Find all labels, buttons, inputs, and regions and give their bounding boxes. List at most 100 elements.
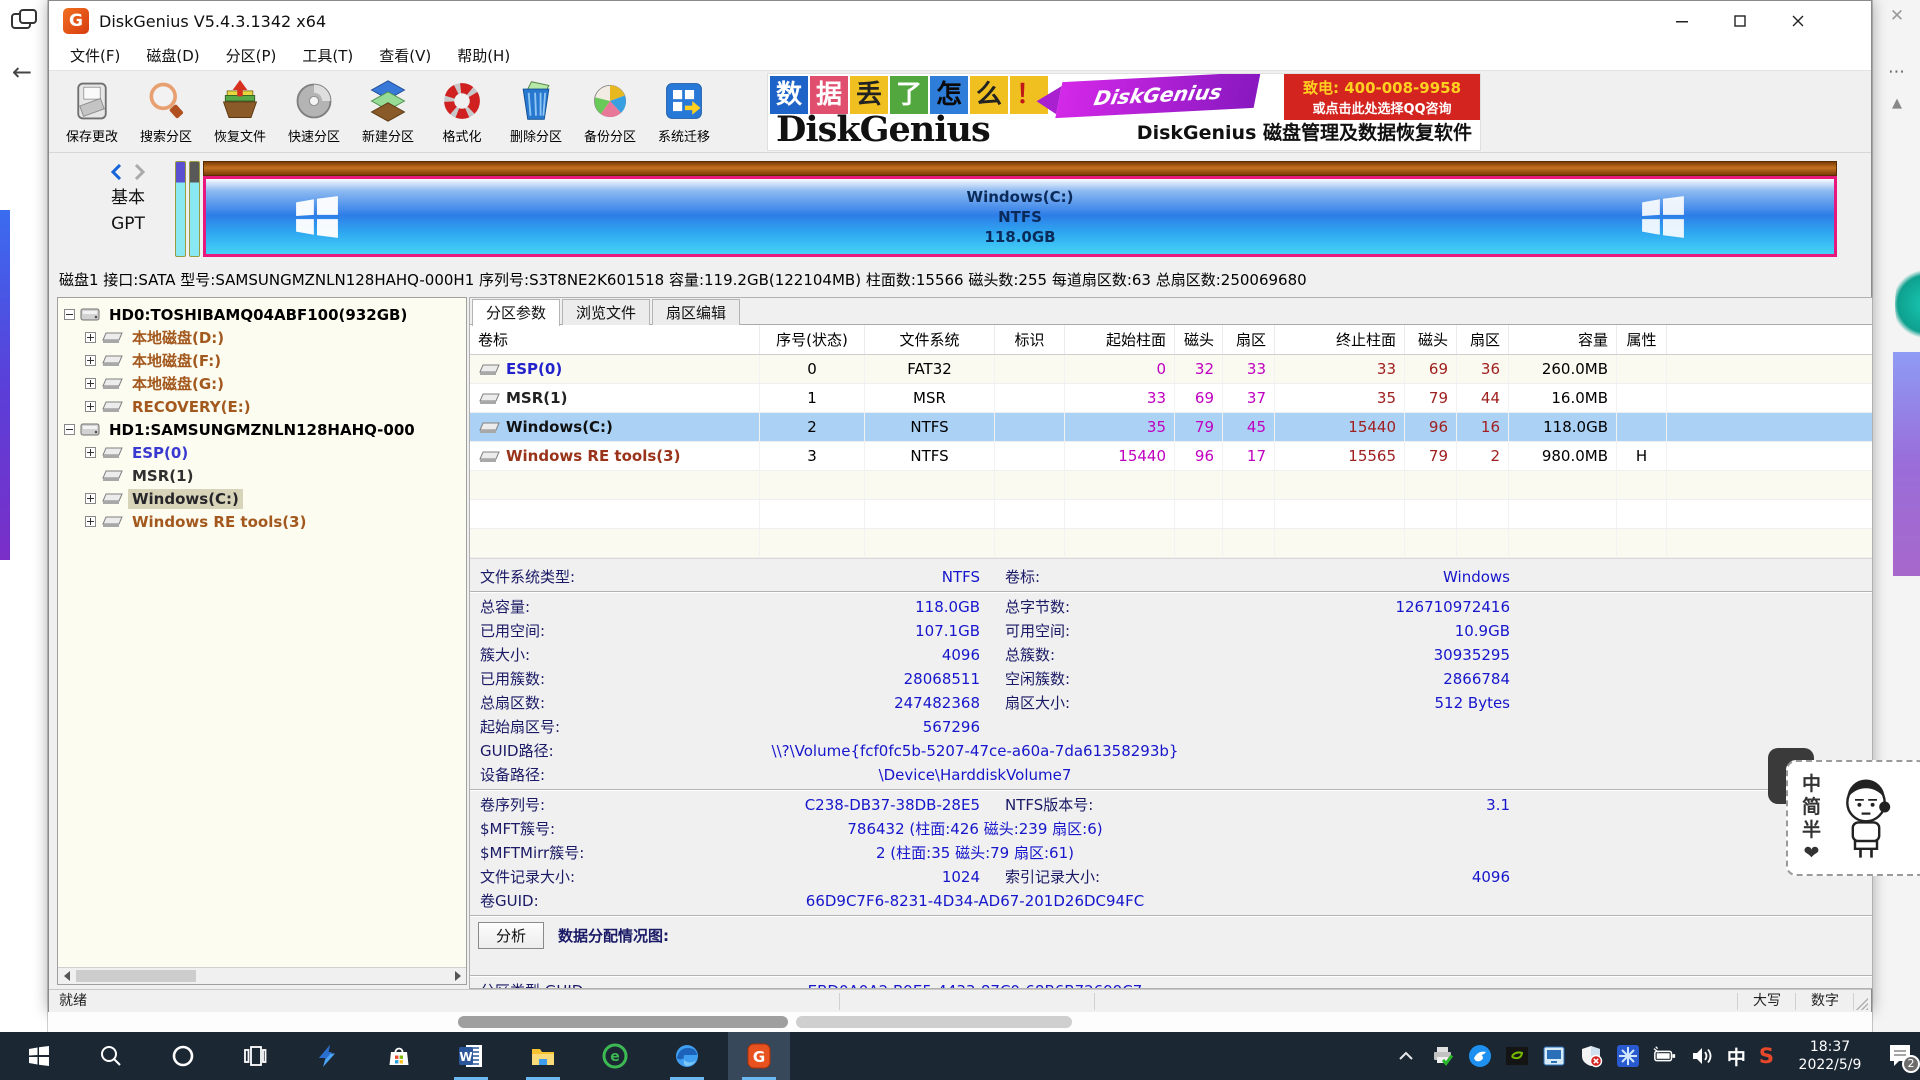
close-button[interactable] bbox=[1769, 1, 1827, 41]
next-disk-icon[interactable] bbox=[132, 164, 146, 180]
column-header-2[interactable]: 文件系统 bbox=[865, 325, 995, 354]
menu-item-1[interactable]: 磁盘(D) bbox=[133, 41, 212, 71]
column-header-6[interactable]: 扇区 bbox=[1223, 325, 1275, 354]
taskbar-cortana-button[interactable] bbox=[152, 1032, 214, 1080]
tray-bird-icon[interactable] bbox=[1468, 1044, 1492, 1068]
tree-item-8[interactable]: Windows(C:) bbox=[58, 487, 466, 510]
menu-item-2[interactable]: 分区(P) bbox=[213, 41, 290, 71]
collapse-minus-icon[interactable] bbox=[64, 424, 75, 435]
background-more-icon[interactable]: ⋯ bbox=[1873, 62, 1920, 82]
back-arrow-icon[interactable]: ← bbox=[12, 58, 32, 86]
table-row-Windows RE tools(3)[interactable]: Windows RE tools(3)3NTFS1544096171556579… bbox=[470, 442, 1872, 471]
ad-banner[interactable]: 数据丢了怎么！ DiskGenius 致电: 400-008-9958 或点击此… bbox=[767, 73, 1481, 151]
toolbar-button-new-partition[interactable]: 新建分区 bbox=[351, 73, 425, 151]
taskbar-diskgenius-button[interactable]: G bbox=[728, 1032, 790, 1080]
tree-item-1[interactable]: 本地磁盘(D:) bbox=[58, 326, 466, 349]
menu-item-0[interactable]: 文件(F) bbox=[57, 41, 133, 71]
column-header-4[interactable]: 起始柱面 bbox=[1065, 325, 1175, 354]
tray-nvidia-icon[interactable] bbox=[1505, 1044, 1529, 1068]
tray-chevron-up-icon[interactable] bbox=[1394, 1044, 1418, 1068]
ad-qq-link[interactable]: 或点击此处选择QQ咨询 bbox=[1312, 98, 1451, 117]
expand-plus-icon[interactable] bbox=[85, 332, 96, 343]
toolbar-button-quick-partition[interactable]: 快速分区 bbox=[277, 73, 351, 151]
table-row-Windows(C:)[interactable]: Windows(C:)2NTFS357945154409616118.0GB bbox=[470, 413, 1872, 442]
resize-grip[interactable] bbox=[1856, 998, 1868, 1010]
table-row-MSR(1)[interactable]: MSR(1)1MSR33693735794416.0MB bbox=[470, 384, 1872, 413]
taskbar-bolt-app-button[interactable] bbox=[296, 1032, 358, 1080]
column-header-11[interactable]: 属性 bbox=[1617, 325, 1667, 354]
tray-intel-icon[interactable] bbox=[1542, 1044, 1566, 1068]
column-header-8[interactable]: 磁头 bbox=[1405, 325, 1457, 354]
taskbar-browser-360-button[interactable]: e bbox=[584, 1032, 646, 1080]
background-close-icon[interactable]: ✕ bbox=[1873, 6, 1920, 26]
tree-item-6[interactable]: ESP(0) bbox=[58, 441, 466, 464]
collapse-minus-icon[interactable] bbox=[64, 309, 75, 320]
minimize-button[interactable] bbox=[1653, 1, 1711, 41]
tab-0[interactable]: 分区参数 bbox=[472, 299, 560, 326]
tab-1[interactable]: 浏览文件 bbox=[562, 299, 650, 325]
sogou-icon[interactable]: S bbox=[1759, 1044, 1774, 1068]
analyze-button[interactable]: 分析 bbox=[478, 922, 544, 949]
tray-defender-icon[interactable] bbox=[1579, 1044, 1603, 1068]
table-row-ESP(0)[interactable]: ESP(0)0FAT3203233336936260.0MB bbox=[470, 355, 1872, 384]
prev-disk-icon[interactable] bbox=[110, 164, 124, 180]
background-scroll-up-icon[interactable]: ▲ bbox=[1873, 96, 1920, 111]
menu-item-4[interactable]: 查看(V) bbox=[366, 41, 444, 71]
taskbar-search-button[interactable] bbox=[80, 1032, 142, 1080]
taskbar-edge-button[interactable] bbox=[656, 1032, 718, 1080]
tray-battery-icon[interactable] bbox=[1653, 1044, 1677, 1068]
windows-c-partition-block[interactable]: Windows(C:) NTFS 118.0GB bbox=[203, 176, 1837, 257]
taskbar-explorer-button[interactable] bbox=[512, 1032, 574, 1080]
tree-item-5[interactable]: HD1:SAMSUNGMZNLN128HAHQ-000 bbox=[58, 418, 466, 441]
ime-indicator[interactable]: 中 bbox=[1727, 1043, 1746, 1070]
toolbar-button-save[interactable]: 保存更改 bbox=[55, 73, 129, 151]
toolbar-button-delete-partition[interactable]: 删除分区 bbox=[499, 73, 573, 151]
column-header-3[interactable]: 标识 bbox=[995, 325, 1065, 354]
tray-volume-icon[interactable] bbox=[1690, 1044, 1714, 1068]
column-header-1[interactable]: 序号(状态) bbox=[760, 325, 865, 354]
taskbar-task-view-button[interactable] bbox=[224, 1032, 286, 1080]
menu-item-5[interactable]: 帮助(H) bbox=[444, 41, 523, 71]
ad-contact[interactable]: 致电: 400-008-9958 或点击此处选择QQ咨询 bbox=[1284, 74, 1480, 120]
expand-plus-icon[interactable] bbox=[85, 493, 96, 504]
expand-plus-icon[interactable] bbox=[85, 447, 96, 458]
taskbar-store-button[interactable] bbox=[368, 1032, 430, 1080]
scroll-right-icon[interactable] bbox=[449, 968, 466, 984]
notification-center-button[interactable]: 2 bbox=[1886, 1041, 1916, 1071]
msr-partition-strip[interactable] bbox=[189, 161, 200, 257]
tree-item-3[interactable]: 本地磁盘(G:) bbox=[58, 372, 466, 395]
expand-plus-icon[interactable] bbox=[85, 401, 96, 412]
expand-plus-icon[interactable] bbox=[85, 378, 96, 389]
tray-snowflake-icon[interactable] bbox=[1616, 1044, 1640, 1068]
column-header-9[interactable]: 扇区 bbox=[1457, 325, 1509, 354]
toolbar-button-search-partition[interactable]: 搜索分区 bbox=[129, 73, 203, 151]
column-header-7[interactable]: 终止柱面 bbox=[1275, 325, 1405, 354]
expand-plus-icon[interactable] bbox=[85, 355, 96, 366]
tray-printer-icon[interactable] bbox=[1431, 1044, 1455, 1068]
tree-item-7[interactable]: MSR(1) bbox=[58, 464, 466, 487]
toolbar-button-label: 保存更改 bbox=[66, 126, 118, 145]
tree-item-4[interactable]: RECOVERY(E:) bbox=[58, 395, 466, 418]
taskbar-word-button[interactable]: W bbox=[440, 1032, 502, 1080]
scroll-left-icon[interactable] bbox=[58, 968, 75, 984]
toolbar-button-backup-partition[interactable]: 备份分区 bbox=[573, 73, 647, 151]
tree-item-2[interactable]: 本地磁盘(F:) bbox=[58, 349, 466, 372]
esp-partition-strip[interactable] bbox=[175, 161, 186, 257]
expand-plus-icon[interactable] bbox=[85, 516, 96, 527]
tree-item-0[interactable]: HD0:TOSHIBAMQ04ABF100(932GB) bbox=[58, 303, 466, 326]
menu-item-3[interactable]: 工具(T) bbox=[289, 41, 366, 71]
tree-horizontal-scrollbar[interactable] bbox=[58, 967, 466, 984]
sogou-ime-widget[interactable]: 中简半❤ bbox=[1786, 760, 1920, 876]
column-header-0[interactable]: 卷标 bbox=[470, 325, 760, 354]
column-header-5[interactable]: 磁头 bbox=[1175, 325, 1223, 354]
tree-item-9[interactable]: Windows RE tools(3) bbox=[58, 510, 466, 533]
tab-2[interactable]: 扇区编辑 bbox=[652, 299, 740, 325]
toolbar-button-recover-files[interactable]: 恢复文件 bbox=[203, 73, 277, 151]
toolbar-button-format[interactable]: 格式化 bbox=[425, 73, 499, 151]
toolbar-button-system-migrate[interactable]: 系统迁移 bbox=[647, 73, 721, 151]
column-header-10[interactable]: 容量 bbox=[1509, 325, 1617, 354]
taskbar-clock[interactable]: 18:372022/5/9 bbox=[1787, 1038, 1873, 1074]
scrollbar-thumb[interactable] bbox=[76, 970, 196, 982]
maximize-button[interactable] bbox=[1711, 1, 1769, 41]
taskbar-start-button[interactable] bbox=[8, 1032, 70, 1080]
